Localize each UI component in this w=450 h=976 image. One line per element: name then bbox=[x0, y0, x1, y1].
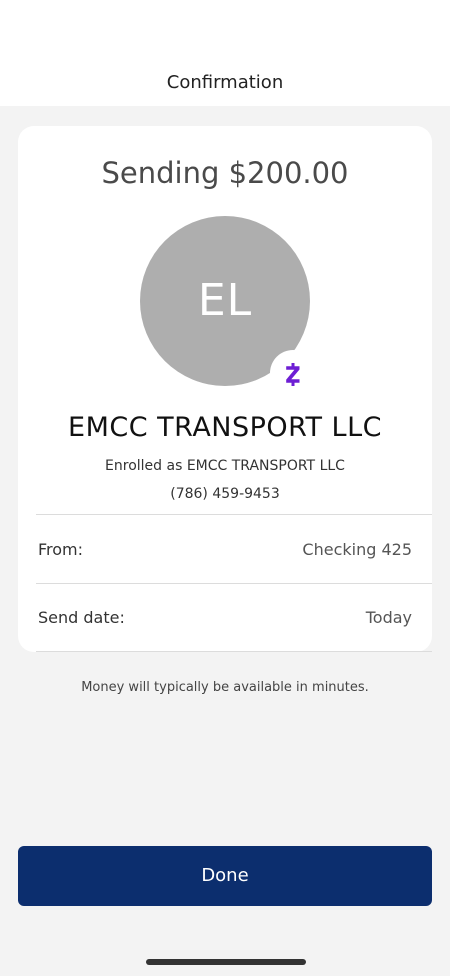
detail-row-send-date: Send date: Today bbox=[38, 584, 412, 652]
header-bar: Confirmation bbox=[0, 0, 450, 106]
availability-note: Money will typically be available in min… bbox=[81, 680, 369, 695]
from-value: Checking 425 bbox=[302, 540, 412, 559]
zelle-badge bbox=[270, 350, 316, 396]
from-label: From: bbox=[38, 540, 84, 559]
enrolled-text: Enrolled as EMCC TRANSPORT LLC bbox=[105, 458, 345, 474]
done-button[interactable]: Done bbox=[18, 846, 432, 906]
detail-row-from: From: Checking 425 bbox=[38, 516, 412, 584]
home-indicator[interactable] bbox=[146, 959, 306, 965]
sending-amount: Sending $200.00 bbox=[101, 156, 349, 190]
send-date-label: Send date: bbox=[38, 608, 125, 627]
send-date-value: Today bbox=[365, 608, 412, 627]
divider bbox=[36, 514, 432, 515]
payee-phone: (786) 459-9453 bbox=[170, 486, 280, 502]
payee-name: EMCC TRANSPORT LLC bbox=[68, 412, 382, 443]
divider bbox=[36, 651, 432, 652]
confirmation-card: Sending $200.00 EL EMCC TRANSPORT LLC En… bbox=[18, 126, 432, 652]
page-title: Confirmation bbox=[166, 72, 284, 93]
